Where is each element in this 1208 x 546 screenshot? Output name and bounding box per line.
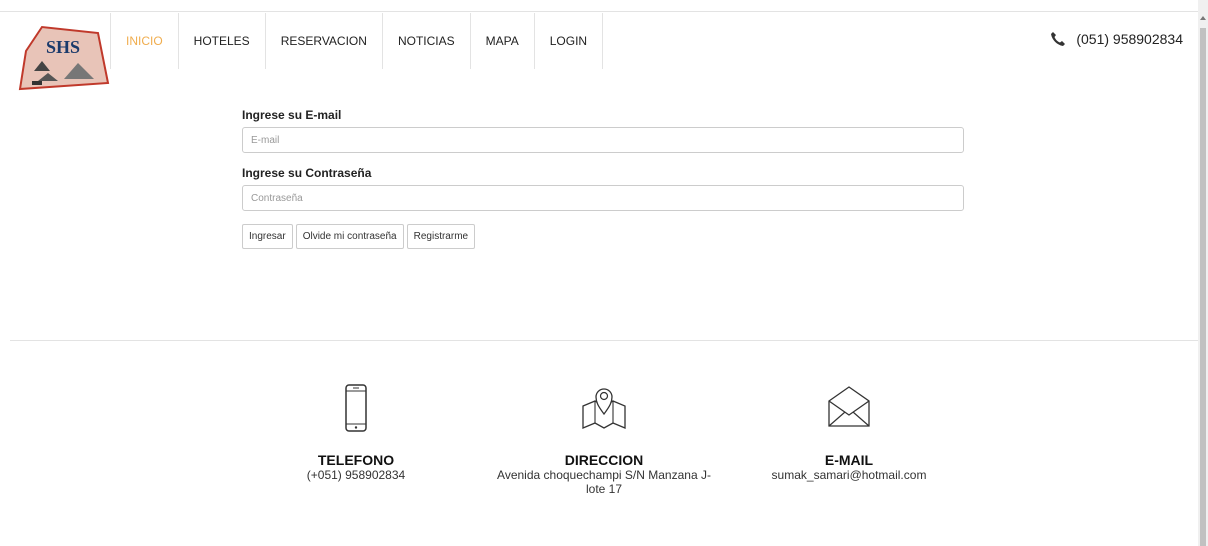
nav-item-mapa[interactable]: MAPA: [471, 13, 535, 69]
footer-divider: [10, 340, 1198, 341]
navbar: SHS INICIO HOTELES RESERVACION NOTICIAS …: [0, 13, 1198, 91]
register-button[interactable]: Registrarme: [406, 224, 476, 249]
mobile-phone-icon: [345, 384, 367, 432]
contact-email-value: sumak_samari@hotmail.com: [771, 468, 927, 482]
contact-address-title: DIRECCION: [564, 452, 644, 468]
main-nav: INICIO HOTELES RESERVACION NOTICIAS MAPA…: [110, 13, 604, 69]
header-phone: (051) 958902834: [1050, 31, 1183, 47]
page-scrollbar[interactable]: [1198, 0, 1208, 546]
contact-phone: TELEFONO (+051) 958902834: [226, 384, 486, 482]
contact-address: DIRECCION Avenida choquechampi S/N Manza…: [474, 384, 734, 496]
login-form: Ingrese su E-mail Ingrese su Contraseña …: [242, 108, 964, 249]
contact-email: E-MAIL sumak_samari@hotmail.com: [719, 384, 979, 482]
scrollbar-thumb[interactable]: [1200, 28, 1206, 546]
site-logo[interactable]: SHS: [18, 23, 110, 93]
password-label: Ingrese su Contraseña: [242, 166, 372, 180]
password-field[interactable]: [242, 185, 964, 211]
scroll-up-icon[interactable]: [1200, 16, 1206, 20]
header-phone-number: (051) 958902834: [1076, 31, 1183, 47]
login-button[interactable]: Ingresar: [242, 224, 293, 249]
nav-item-inicio[interactable]: INICIO: [111, 13, 179, 69]
envelope-icon: [828, 386, 870, 427]
top-border: [0, 0, 1198, 12]
contact-phone-value: (+051) 958902834: [306, 468, 406, 482]
logo-text: SHS: [46, 37, 80, 57]
email-label: Ingrese su E-mail: [242, 108, 342, 122]
map-pin-icon: [582, 388, 626, 429]
nav-item-login[interactable]: LOGIN: [535, 13, 604, 69]
nav-item-reservacion[interactable]: RESERVACION: [266, 13, 383, 69]
nav-item-hoteles[interactable]: HOTELES: [179, 13, 266, 69]
email-field[interactable]: [242, 127, 964, 153]
form-buttons: Ingresar Olvide mi contraseña Registrarm…: [242, 224, 964, 249]
contact-email-title: E-MAIL: [824, 452, 874, 468]
forgot-password-button[interactable]: Olvide mi contraseña: [295, 224, 404, 249]
nav-item-noticias[interactable]: NOTICIAS: [383, 13, 471, 69]
contact-phone-title: TELEFONO: [317, 452, 395, 468]
phone-handset-icon: [1051, 32, 1066, 46]
contact-address-value: Avenida choquechampi S/N Manzana J-lote …: [497, 468, 711, 496]
